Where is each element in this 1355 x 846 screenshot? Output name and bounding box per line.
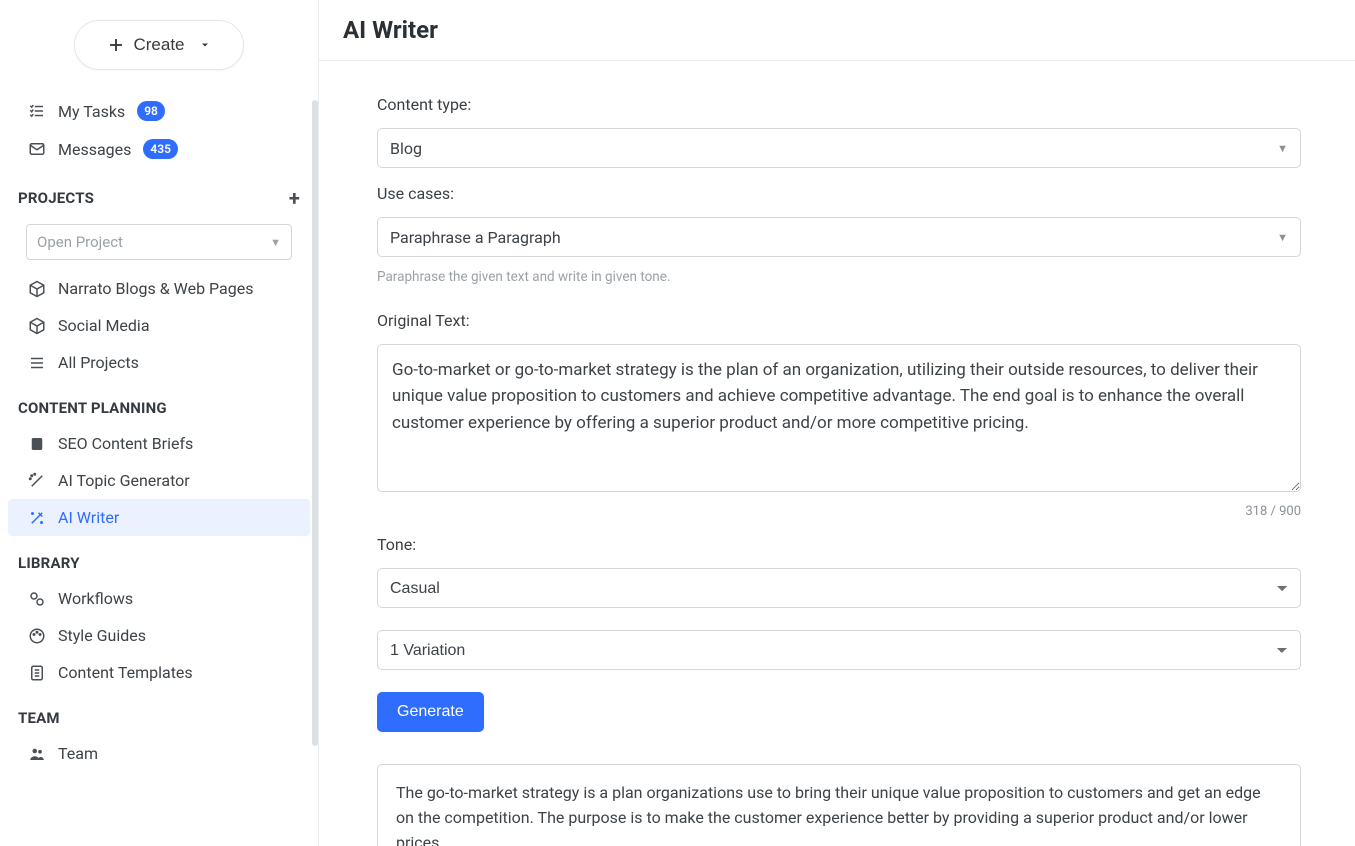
create-label: Create xyxy=(133,35,184,55)
sidebar-item-social-media[interactable]: Social Media xyxy=(0,307,318,344)
sidebar-item-seo-briefs[interactable]: SEO Content Briefs xyxy=(0,425,318,462)
document-icon xyxy=(28,435,46,453)
create-button[interactable]: Create xyxy=(74,20,244,70)
sidebar-item-label: Narrato Blogs & Web Pages xyxy=(58,279,253,298)
open-project-select[interactable]: Open Project ▼ xyxy=(26,224,292,260)
users-icon xyxy=(28,745,46,763)
use-cases-hint: Paraphrase the given text and write in g… xyxy=(377,269,1301,285)
use-cases-value: Paraphrase a Paragraph xyxy=(390,228,561,247)
caret-down-icon xyxy=(199,39,211,51)
sidebar-item-content-templates[interactable]: Content Templates xyxy=(0,654,318,691)
team-header: TEAM xyxy=(0,691,318,735)
sidebar-item-style-guides[interactable]: Style Guides xyxy=(0,617,318,654)
sidebar-item-workflows[interactable]: Workflows xyxy=(0,580,318,617)
dropdown-icon: ▼ xyxy=(1277,142,1288,155)
sidebar: Create My Tasks 98 Messages 435 PROJECTS… xyxy=(0,0,318,846)
template-icon xyxy=(28,664,46,682)
sparkle-icon xyxy=(28,472,46,490)
tone-label: Tone: xyxy=(377,535,1301,554)
envelope-icon xyxy=(28,140,46,158)
original-text-input[interactable] xyxy=(377,344,1301,492)
content-planning-header: CONTENT PLANNING xyxy=(0,381,318,425)
generate-button[interactable]: Generate xyxy=(377,692,484,732)
sidebar-item-label: Workflows xyxy=(58,589,133,608)
sidebar-item-label: All Projects xyxy=(58,353,139,372)
sidebar-item-narrato-blogs[interactable]: Narrato Blogs & Web Pages xyxy=(0,270,318,307)
palette-icon xyxy=(28,627,46,645)
dropdown-icon: ▼ xyxy=(270,236,281,249)
form-area: Content type: Blog ▼ Use cases: Paraphra… xyxy=(319,61,1355,846)
page-title: AI Writer xyxy=(319,0,1355,61)
messages-badge: 435 xyxy=(143,139,178,159)
sidebar-item-label: Team xyxy=(58,744,98,763)
content-type-value: Blog xyxy=(390,139,422,158)
sidebar-item-ai-topic-generator[interactable]: AI Topic Generator xyxy=(0,462,318,499)
sidebar-item-messages[interactable]: Messages 435 xyxy=(0,130,318,168)
output-box: The go-to-market strategy is a plan orga… xyxy=(377,764,1301,846)
dropdown-icon: ▼ xyxy=(1277,231,1288,244)
variation-select[interactable]: 1 Variation xyxy=(377,630,1301,670)
add-project-button[interactable]: + xyxy=(289,186,300,210)
cube-icon xyxy=(28,317,46,335)
main-content: AI Writer Content type: Blog ▼ Use cases… xyxy=(318,0,1355,846)
sidebar-item-label: SEO Content Briefs xyxy=(58,434,193,453)
cube-icon xyxy=(28,280,46,298)
use-cases-label: Use cases: xyxy=(377,184,1301,203)
content-type-select[interactable]: Blog ▼ xyxy=(377,128,1301,168)
magic-wand-icon xyxy=(28,509,46,527)
content-type-label: Content type: xyxy=(377,95,1301,114)
sidebar-item-label: Content Templates xyxy=(58,663,193,682)
sidebar-item-label: AI Writer xyxy=(58,508,119,527)
sidebar-item-label: Style Guides xyxy=(58,626,146,645)
output-text: The go-to-market strategy is a plan orga… xyxy=(396,781,1282,846)
list-icon xyxy=(28,102,46,120)
my-tasks-badge: 98 xyxy=(137,101,165,121)
sidebar-item-label: My Tasks xyxy=(58,102,125,121)
menu-icon xyxy=(28,354,46,372)
plus-icon xyxy=(107,36,125,54)
sidebar-item-team[interactable]: Team xyxy=(0,735,318,772)
use-cases-select[interactable]: Paraphrase a Paragraph ▼ xyxy=(377,217,1301,257)
sidebar-item-label: AI Topic Generator xyxy=(58,471,190,490)
open-project-placeholder: Open Project xyxy=(37,233,123,251)
sidebar-item-label: Messages xyxy=(58,140,131,159)
library-header: LIBRARY xyxy=(0,536,318,580)
original-text-label: Original Text: xyxy=(377,311,1301,330)
sidebar-item-ai-writer[interactable]: AI Writer xyxy=(8,499,310,536)
char-count: 318 / 900 xyxy=(377,504,1301,519)
tone-select[interactable]: Casual xyxy=(377,568,1301,608)
projects-header: PROJECTS + xyxy=(0,168,318,218)
sidebar-item-my-tasks[interactable]: My Tasks 98 xyxy=(0,92,318,130)
gears-icon xyxy=(28,590,46,608)
sidebar-item-label: Social Media xyxy=(58,316,150,335)
sidebar-item-all-projects[interactable]: All Projects xyxy=(0,344,318,381)
